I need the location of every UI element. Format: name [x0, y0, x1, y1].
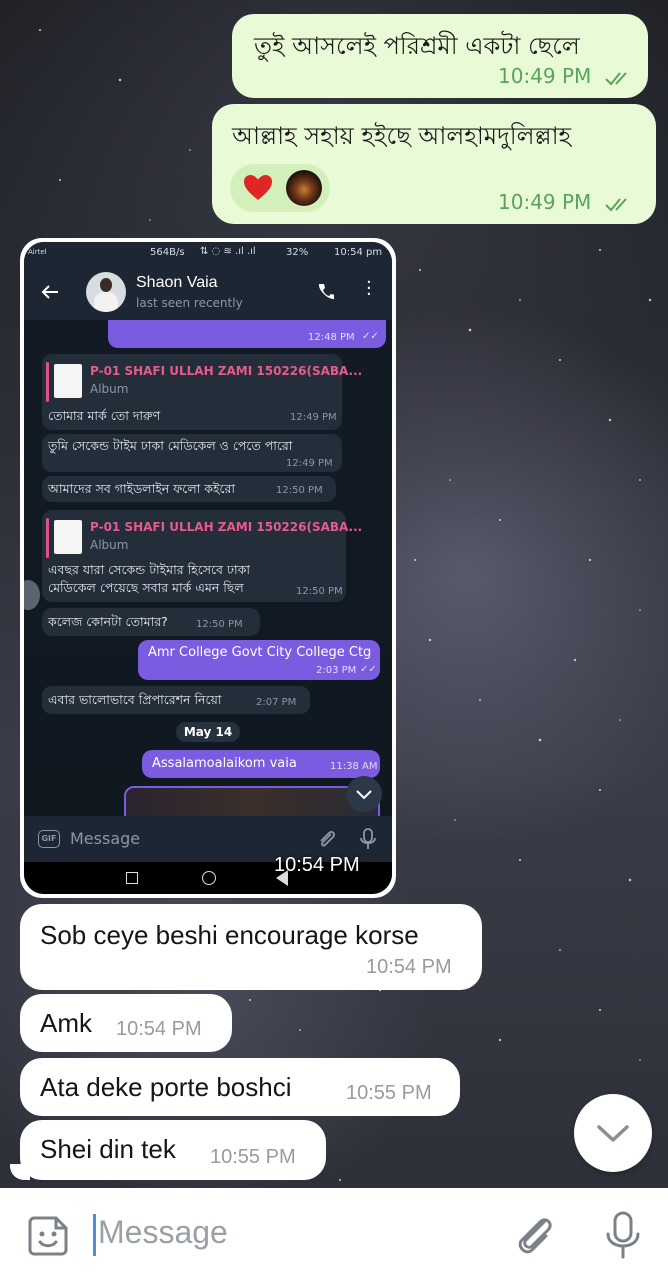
message-text: কলেজ কোনটা তোমার? — [48, 614, 168, 629]
message-input[interactable]: Message — [98, 1214, 228, 1251]
message-time: 10:49 PM — [498, 64, 634, 88]
double-check-icon: ✓✓ — [360, 664, 377, 675]
message-time: 10:55 PM — [210, 1146, 296, 1168]
incoming-message[interactable]: Amk 10:54 PM — [20, 994, 232, 1052]
paperclip-icon[interactable] — [512, 1212, 558, 1258]
last-seen: last seen recently — [136, 296, 243, 310]
carrier-label: Airtel — [28, 248, 47, 256]
embedded-phone-screenshot: Airtel 564B/s ⇅ ◌ ≋ .ıl .ıl 32% 10:54 pm… — [24, 242, 392, 894]
double-check-icon: ✓✓ — [362, 331, 379, 342]
chevron-down-icon — [597, 1125, 629, 1142]
message-bubble-out[interactable]: Assalamoalaikom vaia 11:38 AM — [142, 750, 380, 778]
message-bubble-out[interactable]: Amr College Govt City College Ctg 2:03 P… — [138, 640, 380, 680]
message-bubble-out[interactable]: 12:48 PM ✓✓ — [108, 320, 386, 348]
date-chip: May 14 — [176, 722, 240, 742]
contact-name: Shaon Vaia — [136, 274, 218, 291]
chat-area: 12:48 PM ✓✓ P-01 SHAFI ULLAH ZAMI 150226… — [24, 320, 392, 816]
reactions[interactable] — [230, 164, 330, 212]
message-text: Sob ceye beshi encourage korse — [40, 920, 419, 950]
message-text: আমাদের সব গাইডলাইন ফলো কইরো — [48, 481, 236, 496]
microphone-icon[interactable] — [602, 1210, 644, 1260]
scroll-down-button[interactable] — [346, 776, 382, 812]
media-preview[interactable] — [124, 786, 380, 816]
image-timestamp: 10:54 PM — [274, 854, 360, 876]
battery-percent: 32% — [286, 247, 309, 258]
recents-button[interactable] — [126, 872, 138, 884]
status-bar: Airtel 564B/s ⇅ ◌ ≋ .ıl .ıl 32% 10:54 pm — [24, 242, 392, 264]
reaction-avatar — [286, 170, 322, 206]
avatar[interactable] — [86, 272, 126, 312]
composer-bar: Message — [0, 1188, 668, 1280]
message-text: এবার ভালোভাবে প্রিপারেশন নিয়ো — [48, 692, 222, 707]
home-button[interactable] — [202, 871, 216, 885]
reply-title: P-01 SHAFI ULLAH ZAMI 150226(SABA... — [90, 520, 363, 534]
message-text: Amk — [40, 1008, 92, 1038]
chat-header: Shaon Vaia last seen recently · · · — [24, 264, 392, 320]
album-thumbnail — [54, 364, 82, 398]
message-bubble-in[interactable]: P-01 SHAFI ULLAH ZAMI 150226(SABA... Alb… — [42, 354, 362, 430]
incoming-message[interactable]: Sob ceye beshi encourage korse 10:54 PM — [20, 904, 482, 990]
double-check-icon — [604, 197, 627, 211]
message-text: তুমি সেকেন্ড টাইম ঢাকা মেডিকেল ও পেতে পা… — [48, 438, 293, 453]
reply-subtitle: Album — [90, 538, 129, 552]
album-thumbnail — [54, 520, 82, 554]
reply-subtitle: Album — [90, 382, 129, 396]
message-time: 10:55 PM — [346, 1082, 432, 1104]
android-nav-bar: 10:54 PM — [24, 854, 392, 894]
scroll-down-button[interactable] — [574, 1094, 652, 1172]
paperclip-icon[interactable] — [316, 828, 338, 850]
message-input[interactable]: Message — [70, 829, 140, 848]
message-time: 10:54 PM — [116, 1018, 202, 1040]
swipe-handle — [24, 580, 40, 610]
message-bubble-in[interactable]: কলেজ কোনটা তোমার? 12:50 PM — [42, 608, 260, 636]
chevron-down-icon — [356, 790, 372, 800]
message-text: Shei din tek — [40, 1134, 176, 1164]
microphone-icon[interactable] — [358, 827, 378, 851]
message-text: Ata deke porte boshci — [40, 1072, 292, 1102]
outgoing-message[interactable]: তুই আসলেই পরিশ্রমী একটা ছেলে 10:49 PM — [232, 14, 648, 98]
signal-icons: ⇅ ◌ ≋ .ıl .ıl — [200, 246, 256, 257]
message-text: Assalamoalaikom vaia — [152, 756, 297, 771]
outgoing-message[interactable]: আল্লাহ সহায় হইছে আলহামদুলিল্লাহ 10:49 P… — [212, 104, 656, 224]
net-speed: 564B/s — [150, 247, 185, 258]
phone-call-icon[interactable] — [316, 282, 334, 300]
message-text: আল্লাহ সহায় হইছে আলহামদুলিল্লাহ — [232, 122, 572, 150]
message-time: 10:49 PM — [498, 190, 634, 214]
reply-bar — [46, 362, 49, 402]
reply-bar — [46, 518, 49, 558]
status-clock: 10:54 pm — [334, 247, 383, 258]
text-cursor — [93, 1214, 96, 1256]
heart-icon — [244, 175, 272, 200]
message-time: 10:54 PM — [366, 956, 452, 978]
message-text-line: এবছর যারা সেকেন্ড টাইমার হিসেবে ঢাকা — [48, 562, 251, 577]
message-bubble-in[interactable]: তুমি সেকেন্ড টাইম ঢাকা মেডিকেল ও পেতে পা… — [42, 434, 342, 472]
message-bubble-in[interactable]: আমাদের সব গাইডলাইন ফলো কইরো 12:50 PM — [42, 476, 336, 502]
message-text: তোমার মার্ক তো দারুণ — [48, 408, 161, 423]
message-text: Amr College Govt City College Ctg — [148, 645, 372, 660]
message-bubble-in[interactable]: এবার ভালোভাবে প্রিপারেশন নিয়ো 2:07 PM — [42, 686, 310, 714]
reply-title: P-01 SHAFI ULLAH ZAMI 150226(SABA... — [90, 364, 363, 378]
incoming-message[interactable]: Shei din tek 10:55 PM — [20, 1120, 326, 1180]
back-arrow-icon[interactable] — [40, 282, 60, 302]
message-text: তুই আসলেই পরিশ্রমী একটা ছেলে — [254, 32, 580, 60]
sticker-icon[interactable] — [26, 1212, 72, 1258]
message-text-line: মেডিকেল পেয়েছে সবার মার্ক এমন ছিল — [48, 580, 244, 595]
incoming-message[interactable]: Ata deke porte boshci 10:55 PM — [20, 1058, 460, 1116]
bubble-tail — [10, 1164, 30, 1180]
gif-button[interactable]: GIF — [38, 830, 60, 848]
double-check-icon — [604, 71, 627, 85]
more-menu-icon[interactable]: · · · — [366, 274, 372, 304]
message-bubble-in[interactable]: P-01 SHAFI ULLAH ZAMI 150226(SABA... Alb… — [42, 510, 362, 602]
screenshot-image-message[interactable]: Airtel 564B/s ⇅ ◌ ≋ .ıl .ıl 32% 10:54 pm… — [20, 238, 396, 898]
